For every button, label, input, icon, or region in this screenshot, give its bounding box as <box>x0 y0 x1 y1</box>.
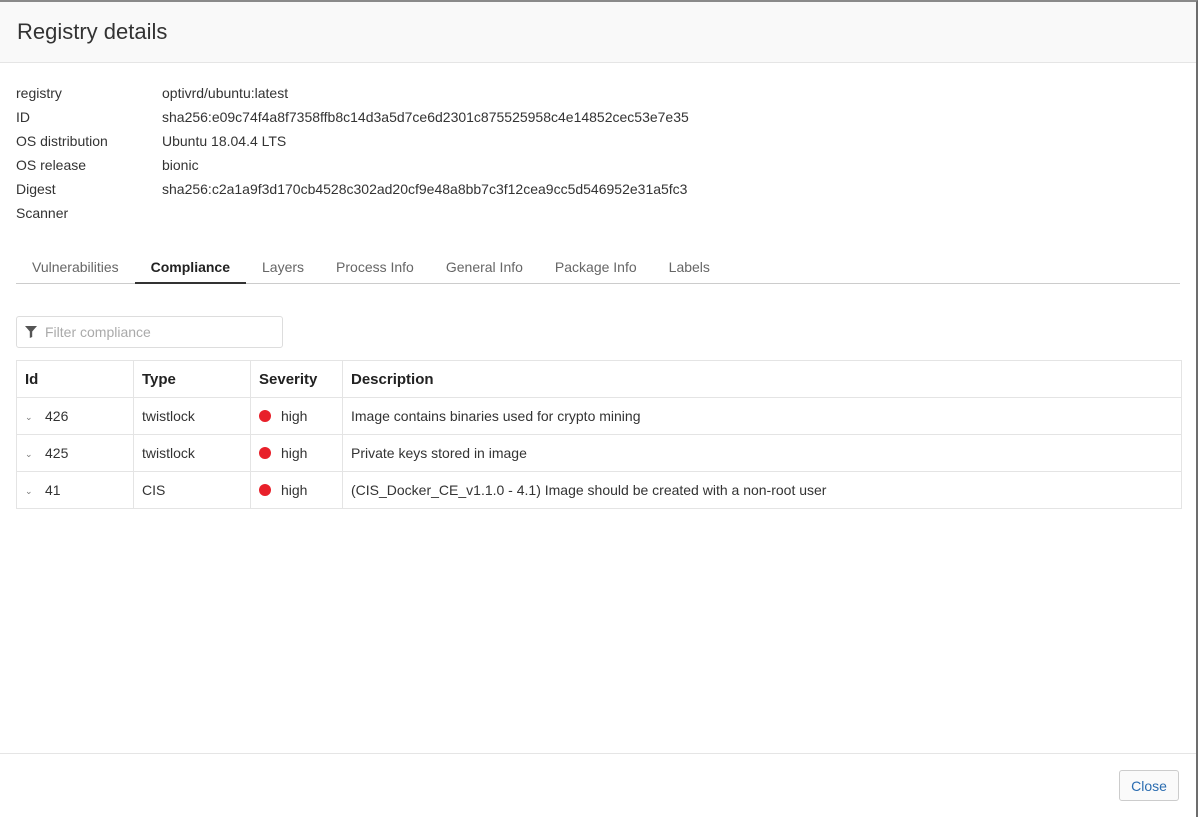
detail-value: optivrd/ubuntu:latest <box>162 85 289 101</box>
cell-type: twistlock <box>133 397 251 435</box>
chevron-down-icon[interactable]: ⌄ <box>25 449 39 460</box>
details-list: registry optivrd/ubuntu:latest ID sha256… <box>0 63 1196 225</box>
chevron-down-icon[interactable]: ⌄ <box>25 412 39 423</box>
severity-label: high <box>281 445 308 461</box>
detail-value: sha256:e09c74f4a8f7358ffb8c14d3a5d7ce6d2… <box>162 109 689 125</box>
cell-type: CIS <box>133 471 251 509</box>
severity-label: high <box>281 408 308 424</box>
detail-key: OS distribution <box>16 133 108 149</box>
detail-key: ID <box>16 109 30 125</box>
filter-compliance-input[interactable] <box>45 324 282 340</box>
detail-row-registry: registry optivrd/ubuntu:latest <box>16 81 1180 105</box>
detail-row-id: ID sha256:e09c74f4a8f7358ffb8c14d3a5d7ce… <box>16 105 1180 129</box>
cell-severity: high <box>250 471 343 509</box>
filter-compliance-field[interactable] <box>16 316 283 348</box>
chevron-down-icon[interactable]: ⌄ <box>25 486 39 497</box>
tab-process-info[interactable]: Process Info <box>320 252 430 283</box>
column-header-id[interactable]: Id <box>16 360 134 398</box>
severity-high-icon <box>259 484 271 496</box>
detail-key: Digest <box>16 181 56 197</box>
detail-row-os-distribution: OS distribution Ubuntu 18.04.4 LTS <box>16 129 1180 153</box>
registry-details-modal: Registry details registry optivrd/ubuntu… <box>0 0 1198 817</box>
severity-label: high <box>281 482 308 498</box>
cell-id: ⌄ 426 <box>16 397 134 435</box>
detail-key: OS release <box>16 157 87 173</box>
tab-vulnerabilities[interactable]: Vulnerabilities <box>16 252 135 283</box>
cell-type: twistlock <box>133 434 251 472</box>
modal-header: Registry details <box>0 2 1196 63</box>
detail-key: registry <box>16 85 62 101</box>
tab-labels[interactable]: Labels <box>653 252 726 283</box>
modal-footer: Close <box>0 753 1196 817</box>
compliance-table: Id Type Severity Description ⌄ 426 twistl… <box>16 360 1182 509</box>
detail-value: sha256:c2a1a9f3d170cb4528c302ad20cf9e48a… <box>162 181 688 197</box>
cell-description: Image contains binaries used for crypto … <box>342 397 1182 435</box>
cell-description: (CIS_Docker_CE_v1.1.0 - 4.1) Image shoul… <box>342 471 1182 509</box>
severity-high-icon <box>259 447 271 459</box>
detail-row-scanner: Scanner <box>16 201 1180 225</box>
table-header-row: Id Type Severity Description <box>16 360 1182 398</box>
cell-severity: high <box>250 397 343 435</box>
table-row[interactable]: ⌄ 41 CIS high (CIS_Docker_CE_v1.1.0 - 4.1… <box>16 471 1182 509</box>
detail-value: Ubuntu 18.04.4 LTS <box>162 133 287 149</box>
cell-severity: high <box>250 434 343 472</box>
close-button[interactable]: Close <box>1119 770 1179 801</box>
cell-id: ⌄ 425 <box>16 434 134 472</box>
row-id: 425 <box>45 445 69 461</box>
cell-description: Private keys stored in image <box>342 434 1182 472</box>
detail-row-digest: Digest sha256:c2a1a9f3d170cb4528c302ad20… <box>16 177 1180 201</box>
row-id: 426 <box>45 408 69 424</box>
column-header-severity[interactable]: Severity <box>250 360 343 398</box>
filter-icon <box>25 326 37 338</box>
detail-key: Scanner <box>16 205 69 221</box>
row-id: 41 <box>45 482 61 498</box>
column-header-type[interactable]: Type <box>133 360 251 398</box>
severity-high-icon <box>259 410 271 422</box>
tab-general-info[interactable]: General Info <box>430 252 539 283</box>
detail-value: bionic <box>162 157 199 173</box>
column-header-description[interactable]: Description <box>342 360 1182 398</box>
table-row[interactable]: ⌄ 425 twistlock high Private keys stored … <box>16 434 1182 472</box>
detail-row-os-release: OS release bionic <box>16 153 1180 177</box>
cell-id: ⌄ 41 <box>16 471 134 509</box>
tab-package-info[interactable]: Package Info <box>539 252 653 283</box>
table-row[interactable]: ⌄ 426 twistlock high Image contains binar… <box>16 397 1182 435</box>
tab-layers[interactable]: Layers <box>246 252 320 283</box>
modal-title: Registry details <box>17 19 168 44</box>
tab-compliance[interactable]: Compliance <box>134 252 247 284</box>
tab-bar: Vulnerabilities Compliance Layers Proces… <box>16 252 1180 284</box>
